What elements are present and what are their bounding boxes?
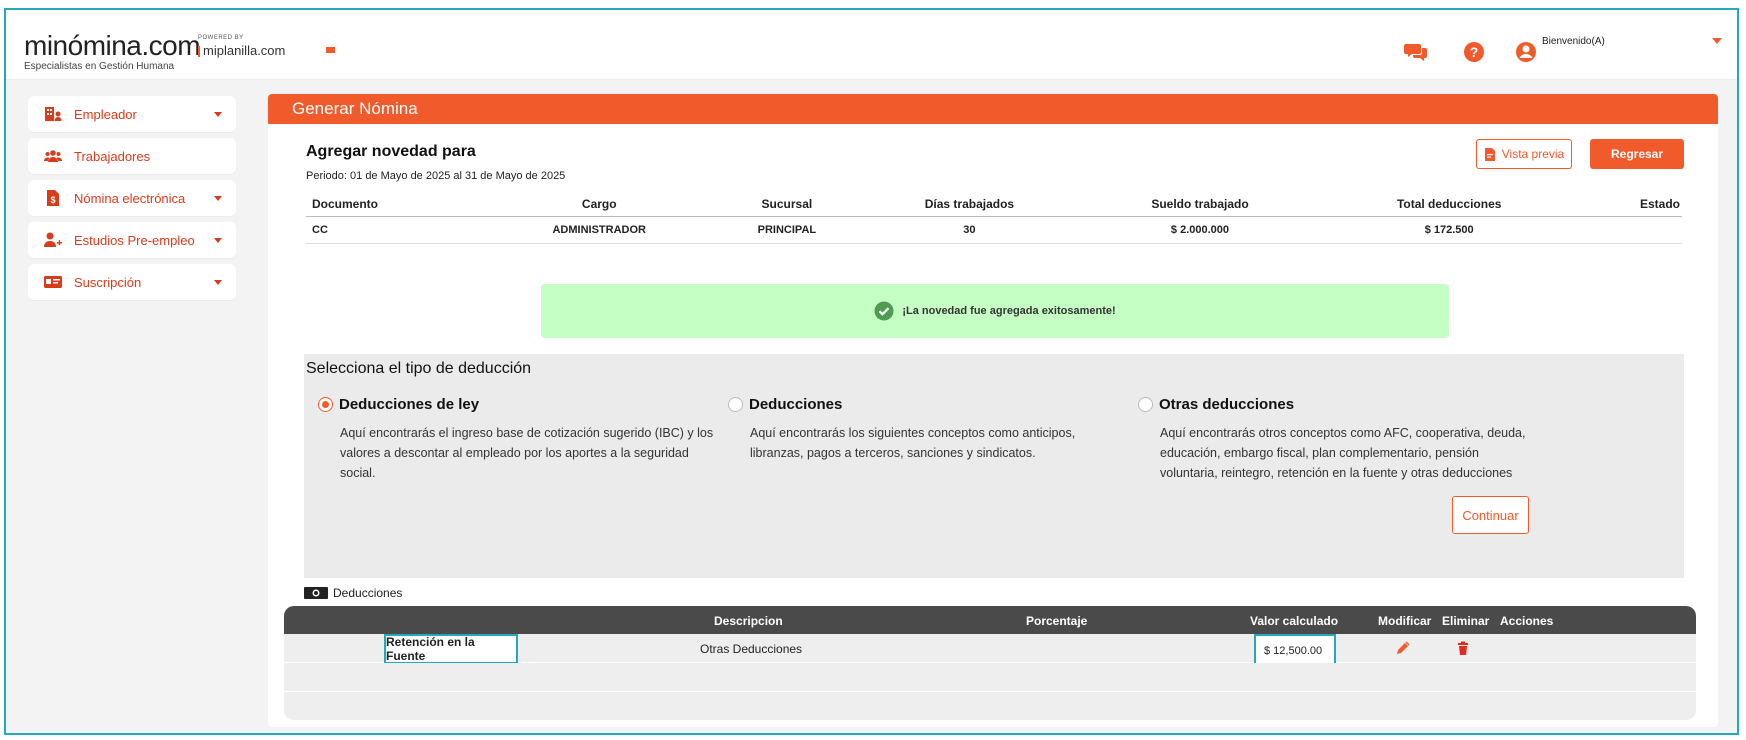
user-plus-icon [44,232,62,247]
cell-cargo: ADMINISTRADOR [483,216,715,244]
radio-deducciones-de-ley[interactable] [318,397,333,412]
svg-text:?: ? [1470,44,1479,60]
deduction-type-panel: Selecciona el tipo de deducción Deduccio… [304,354,1684,578]
deduction-name-cell: Retención en la Fuente [384,634,518,664]
sidebar-item-label: Suscripción [74,274,142,290]
deductions-tag: Deducciones [304,582,418,604]
col-sueldo: Sueldo trabajado [1079,192,1321,217]
col-documento: Documento [306,192,484,217]
table-row-empty [284,663,1696,692]
users-icon [44,150,62,162]
sidebar-item-estudios-pre-empleo[interactable]: Estudios Pre-empleo [28,222,236,258]
document-dollar-icon: $ [47,190,59,206]
chevron-down-icon [214,196,222,201]
sidebar: Empleador Trabajadores $ Nómina electrón… [28,96,236,306]
col-descripcion: Descripcion [714,614,783,628]
logo-text: minómina.com [24,30,201,61]
option-description: Aquí encontrarás el ingreso base de coti… [340,426,714,480]
option-label: Deducciones de ley [339,396,480,413]
powered-label: POWERED BY [198,35,244,41]
section-title: Agregar novedad para [306,143,476,160]
logo-tagline: Especialistas en Gestión Humana [24,61,175,72]
col-dias: Días trabajados [859,192,1080,217]
user-avatar-icon[interactable] [1514,40,1538,64]
sidebar-item-trabajadores[interactable]: Trabajadores [28,138,236,174]
col-modificar: Modificar [1378,614,1432,628]
sidebar-item-label: Empleador [74,106,137,122]
cell-sueldo: $ 2.000.000 [1079,216,1321,244]
radio-deducciones[interactable] [728,397,743,412]
option-description: Aquí encontrarás los siguientes concepto… [750,426,1076,460]
preview-button[interactable]: Vista previa [1476,139,1572,169]
trash-icon[interactable] [1456,641,1470,655]
chat-icon[interactable] [1404,40,1428,64]
preview-label: Vista previa [1501,147,1565,161]
sidebar-item-label: Estudios Pre-empleo [74,232,195,248]
money-bill-icon [304,587,328,599]
page-banner: Generar Nómina [268,94,1718,124]
help-icon[interactable]: ? [1462,40,1486,64]
menu-toggle-icon[interactable] [326,47,335,53]
col-deducciones: Total deducciones [1320,192,1579,217]
logo[interactable]: minómina.com Especialistas en Gestión Hu… [24,30,201,73]
deductions-table: Descripcion Porcentaje Valor calculado M… [284,606,1696,721]
back-button[interactable]: Regresar [1590,139,1684,169]
option-label: Deducciones [749,396,843,413]
top-header: minómina.com Especialistas en Gestión Hu… [6,10,1737,80]
sidebar-item-label: Trabajadores [74,148,151,164]
table-row: CC ADMINISTRADOR PRINCIPAL 30 $ 2.000.00… [306,216,1682,244]
table-header-row: Documento Cargo Sucursal Días trabajados… [306,192,1682,217]
sidebar-item-suscripcion[interactable]: Suscripción [28,264,236,300]
cell-sucursal: PRINCIPAL [714,216,860,244]
period-text: Periodo: 01 de Mayo de 2025 al 31 de May… [306,170,566,182]
option-description: Aquí encontrarás otros conceptos como AF… [1160,426,1526,480]
option-deducciones-de-ley[interactable]: Deducciones de ley Aquí encontrarás el i… [318,396,718,483]
cell-documento: CC [306,216,484,244]
user-menu-caret-icon[interactable] [1712,38,1722,44]
table-row-empty [284,692,1696,721]
app-frame: minómina.com Especialistas en Gestión Hu… [4,8,1739,735]
success-message: ¡La novedad fue agregada exitosamente! [902,305,1116,317]
success-alert: ¡La novedad fue agregada exitosamente! [541,284,1449,338]
powered-by: POWERED BY miplanilla.com [198,35,285,58]
table-row: Retención en la Fuente Otras Deducciones… [284,634,1696,667]
continue-button[interactable]: Continuar [1452,496,1529,534]
sidebar-item-empleador[interactable]: Empleador [28,96,236,132]
powered-brand: miplanilla.com [203,43,286,58]
option-deducciones[interactable]: Deducciones Aquí encontrarás los siguien… [728,396,1108,463]
check-circle-icon [874,301,894,321]
cell-dias: 30 [859,216,1080,244]
building-user-icon [45,107,62,121]
col-acciones: Acciones [1500,614,1554,628]
col-eliminar: Eliminar [1442,614,1490,628]
col-porcentaje: Porcentaje [1026,614,1088,628]
cell-deducciones: $ 172.500 [1320,216,1579,244]
chevron-down-icon [214,280,222,285]
id-card-icon [44,276,62,288]
welcome-text: Bienvenido(A) [1542,36,1605,47]
deductions-table-header: Descripcion Porcentaje Valor calculado M… [284,606,1696,634]
deduction-type-title: Selecciona el tipo de deducción [306,360,532,377]
edit-pencil-icon[interactable] [1396,641,1410,655]
sidebar-item-label: Nómina electrónica [74,190,186,206]
radio-otras-deducciones[interactable] [1138,397,1153,412]
deductions-tag-label: Deducciones [333,586,403,600]
deduction-description-cell: Otras Deducciones [700,642,803,656]
pdf-file-icon [1484,147,1495,161]
col-cargo: Cargo [483,192,715,217]
chevron-down-icon [214,112,222,117]
col-valor-calculado: Valor calculado [1250,614,1339,628]
employee-info-table: Documento Cargo Sucursal Días trabajados… [306,192,1682,244]
col-estado: Estado [1578,192,1682,217]
option-label: Otras deducciones [1159,396,1295,413]
option-otras-deducciones[interactable]: Otras deducciones Aquí encontrarás otros… [1138,396,1538,483]
col-sucursal: Sucursal [714,192,860,217]
chevron-down-icon [214,238,222,243]
cell-estado [1578,216,1682,244]
main-panel: Generar Nómina Agregar novedad para Peri… [268,94,1718,727]
sidebar-item-nomina-electronica[interactable]: $ Nómina electrónica [28,180,236,216]
svg-text:$: $ [50,195,55,205]
